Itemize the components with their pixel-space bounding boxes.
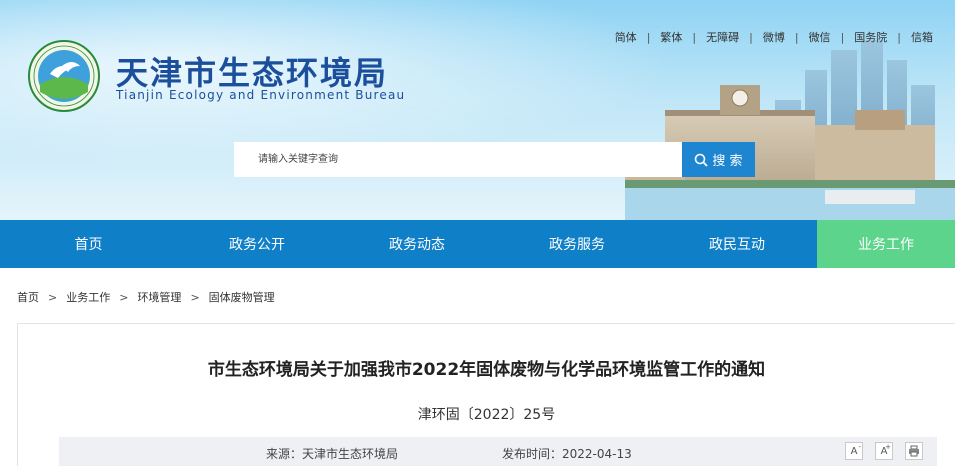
article-publish-time: 发布时间：2022-04-13	[502, 447, 632, 461]
article-tools: A - A +	[845, 442, 923, 460]
nav-item-business-work[interactable]: 业务工作	[817, 220, 955, 268]
article-meta-bar: 来源：天津市生态环境局 发布时间：2022-04-13 A - A +	[59, 437, 937, 466]
main-nav: 首页 政务公开 政务动态 政务服务 政民互动 业务工作	[0, 220, 955, 268]
nav-item-government-news[interactable]: 政务动态	[337, 220, 497, 268]
top-link-wechat[interactable]: 微信	[799, 29, 841, 45]
font-decrease-sup: -	[858, 443, 861, 451]
top-link-mailbox[interactable]: 信箱	[901, 29, 943, 45]
nav-item-government-affairs-public[interactable]: 政务公开	[177, 220, 337, 268]
font-decrease-button[interactable]: A -	[845, 442, 863, 460]
search-input[interactable]	[234, 142, 682, 177]
top-link-simplified[interactable]: 简体	[605, 29, 647, 45]
top-link-traditional[interactable]: 繁体	[650, 29, 692, 45]
article-title: 市生态环境局关于加强我市2022年固体废物与化学品环境监管工作的通知	[207, 360, 766, 380]
article-panel: 市生态环境局关于加强我市2022年固体废物与化学品环境监管工作的通知 津环固〔2…	[17, 323, 955, 466]
search-button[interactable]: 搜 索	[682, 142, 755, 177]
nav-item-government-services[interactable]: 政务服务	[497, 220, 657, 268]
document-number: 津环固〔2022〕25号	[417, 407, 556, 423]
header-banner: 天津市生态环境局 Tianjin Ecology and Environment…	[0, 0, 955, 220]
font-increase-button[interactable]: A +	[875, 442, 893, 460]
font-increase-sup: +	[885, 443, 891, 451]
breadcrumb-home[interactable]: 首页	[17, 289, 39, 305]
search-bar: 搜 索	[234, 142, 755, 177]
search-icon	[695, 153, 709, 167]
top-links: 简体 | 繁体 | 无障碍 | 微博 | 微信 | 国务院 | 信箱	[605, 29, 943, 45]
breadcrumb: 首页 > 业务工作 > 环境管理 > 固体废物管理	[17, 289, 275, 305]
breadcrumb-separator: >	[190, 290, 200, 304]
print-button[interactable]	[905, 442, 923, 460]
breadcrumb-separator: >	[48, 290, 58, 304]
top-link-weibo[interactable]: 微博	[753, 29, 795, 45]
top-link-state-council[interactable]: 国务院	[844, 29, 897, 45]
breadcrumb-environment-management[interactable]: 环境管理	[137, 289, 181, 305]
breadcrumb-separator: >	[119, 290, 129, 304]
city-skyline-image	[625, 40, 955, 220]
bureau-logo	[28, 40, 100, 112]
nav-item-home[interactable]: 首页	[0, 220, 177, 268]
breadcrumb-solid-waste-management[interactable]: 固体废物管理	[209, 289, 275, 305]
search-button-label: 搜 索	[712, 154, 743, 169]
print-icon	[909, 445, 919, 457]
site-title-en: Tianjin Ecology and Environment Bureau	[116, 88, 406, 102]
article-source: 来源：天津市生态环境局	[266, 447, 399, 461]
breadcrumb-business-work[interactable]: 业务工作	[66, 289, 110, 305]
nav-item-public-interaction[interactable]: 政民互动	[657, 220, 817, 268]
top-link-accessibility[interactable]: 无障碍	[696, 29, 749, 45]
font-decrease-icon: A	[850, 445, 858, 457]
